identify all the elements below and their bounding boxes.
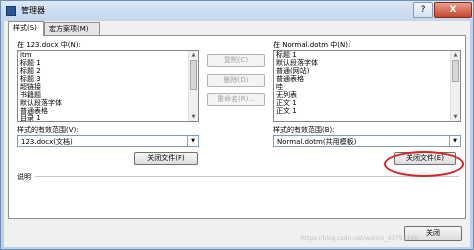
- right-scope-label: 样式的有效范围(B):: [273, 126, 335, 134]
- rename-button[interactable]: 重命名(R)...: [207, 93, 265, 106]
- chevron-down-icon[interactable]: ▼: [187, 136, 198, 146]
- list-item[interactable]: 正文 1: [276, 100, 297, 107]
- word-app-icon: [6, 6, 16, 16]
- list-item[interactable]: 书籍题: [20, 92, 41, 99]
- left-style-list[interactable]: itm 标题 1 标题 2 标题 3 超链接 书籍题 默认段落字体 普通表格 目…: [17, 50, 199, 122]
- scroll-up-icon[interactable]: ▲: [189, 51, 198, 59]
- description-divider: [35, 176, 459, 177]
- right-list-scrollbar[interactable]: ▲ ▼: [450, 51, 460, 121]
- list-item[interactable]: 超链接: [20, 84, 41, 91]
- scroll-up-icon[interactable]: ▲: [451, 51, 460, 59]
- list-item[interactable]: itm: [20, 52, 32, 59]
- list-item[interactable]: 普通(网站): [276, 68, 309, 75]
- copy-button[interactable]: 复制(C): [207, 54, 265, 67]
- left-scope-value: 123.docx(文档): [21, 138, 73, 146]
- list-item[interactable]: 默认段落字体: [276, 60, 318, 67]
- watermark-text: https://blog.csdn.net/weixin_43793166: [301, 235, 419, 242]
- left-list-label: 在 123.docx 中(N):: [17, 41, 81, 49]
- left-scope-label: 样式的有效范围(V):: [17, 126, 79, 134]
- right-scope-select[interactable]: Normal.dotm(共用模板) ▼: [273, 135, 461, 147]
- list-item[interactable]: 哇: [276, 84, 283, 91]
- right-list-label: 在 Normal.dotm 中(N):: [273, 41, 351, 49]
- left-close-file-button[interactable]: 关闭文件(F): [134, 152, 198, 165]
- list-item[interactable]: 无列表: [276, 92, 297, 99]
- list-item[interactable]: 标题 2: [20, 68, 41, 75]
- manager-dialog: 管理器 ? X 样式(S) 宏方案项(M) 在 123.docx 中(N): i…: [0, 0, 474, 250]
- scroll-down-icon[interactable]: ▼: [451, 113, 460, 121]
- right-close-file-button[interactable]: 关闭文件(E): [394, 152, 456, 165]
- tab-macro-items[interactable]: 宏方案项(M): [44, 22, 100, 36]
- list-item[interactable]: 标题 1: [20, 60, 41, 67]
- left-scope-select[interactable]: 123.docx(文档) ▼: [17, 135, 199, 147]
- chevron-down-icon[interactable]: ▼: [449, 136, 460, 146]
- delete-button[interactable]: 删除(D): [207, 74, 265, 87]
- list-item[interactable]: 普通表格: [276, 76, 304, 83]
- list-item[interactable]: 标题 1: [276, 52, 297, 59]
- close-window-button[interactable]: X: [434, 2, 472, 18]
- scroll-thumb[interactable]: [190, 60, 197, 90]
- list-item[interactable]: 标题 3: [20, 76, 41, 83]
- right-style-list[interactable]: 标题 1 默认段落字体 普通(网站) 普通表格 哇 无列表 正文 1 正文 1 …: [273, 50, 461, 122]
- help-button[interactable]: ?: [413, 2, 433, 18]
- styles-tab-panel: 在 123.docx 中(N): itm 标题 1 标题 2 标题 3 超链接 …: [8, 35, 466, 219]
- list-item[interactable]: 目录 1: [20, 115, 41, 122]
- window-title: 管理器: [21, 6, 45, 15]
- title-bar[interactable]: 管理器 ? X: [1, 1, 473, 21]
- tab-styles[interactable]: 样式(S): [8, 21, 44, 36]
- scroll-thumb[interactable]: [452, 60, 459, 82]
- list-item[interactable]: 正文 1: [276, 108, 297, 115]
- dialog-body: 样式(S) 宏方案项(M) 在 123.docx 中(N): itm 标题 1 …: [4, 21, 470, 247]
- scroll-down-icon[interactable]: ▼: [189, 113, 198, 121]
- left-list-scrollbar[interactable]: ▲ ▼: [188, 51, 198, 121]
- right-scope-value: Normal.dotm(共用模板): [277, 138, 357, 146]
- list-item[interactable]: 默认段落字体: [20, 100, 62, 107]
- description-label: 说明: [17, 173, 31, 181]
